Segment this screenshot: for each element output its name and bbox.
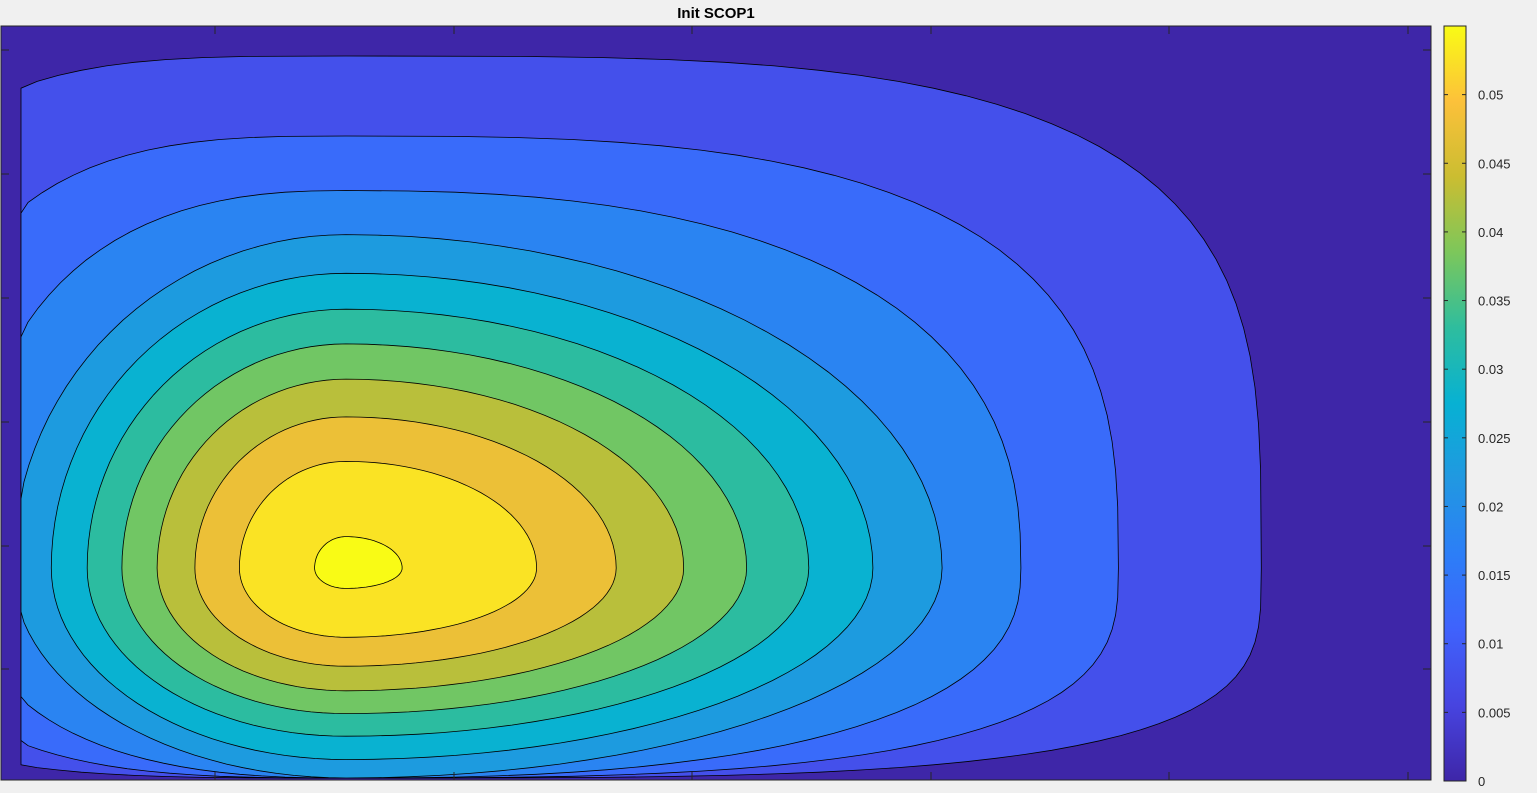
colorbar-tick-label-4: 0.02: [1478, 499, 1503, 514]
colorbar-strip: [1443, 25, 1467, 782]
colorbar-tick-label-2: 0.01: [1478, 637, 1503, 652]
colorbar-tick-label-1: 0.005: [1478, 705, 1511, 720]
plot-axes: [0, 25, 1432, 781]
colorbar-tick-label-0: 0: [1478, 774, 1485, 789]
colorbar-tick-label-5: 0.025: [1478, 431, 1511, 446]
colorbar: 0 0.005 0.01 0.015 0.02 0.025 0.03 0.035 0.04 0.0…: [1443, 25, 1511, 789]
colorbar-tick-label-8: 0.04: [1478, 225, 1503, 240]
colorbar-tick-label-9: 0.045: [1478, 156, 1511, 171]
contour-layer: [20, 55, 1262, 779]
chart-title: Init SCOP1: [677, 5, 755, 22]
colorbar-tick-label-6: 0.03: [1478, 362, 1503, 377]
colorbar-tick-label-10: 0.05: [1478, 88, 1503, 103]
figure: Init SCOP1 00.0050.010.0150.020.0250.030…: [0, 5, 1511, 789]
colorbar-tick-label-7: 0.035: [1478, 294, 1511, 309]
colorbar-tick-label-3: 0.015: [1478, 568, 1511, 583]
